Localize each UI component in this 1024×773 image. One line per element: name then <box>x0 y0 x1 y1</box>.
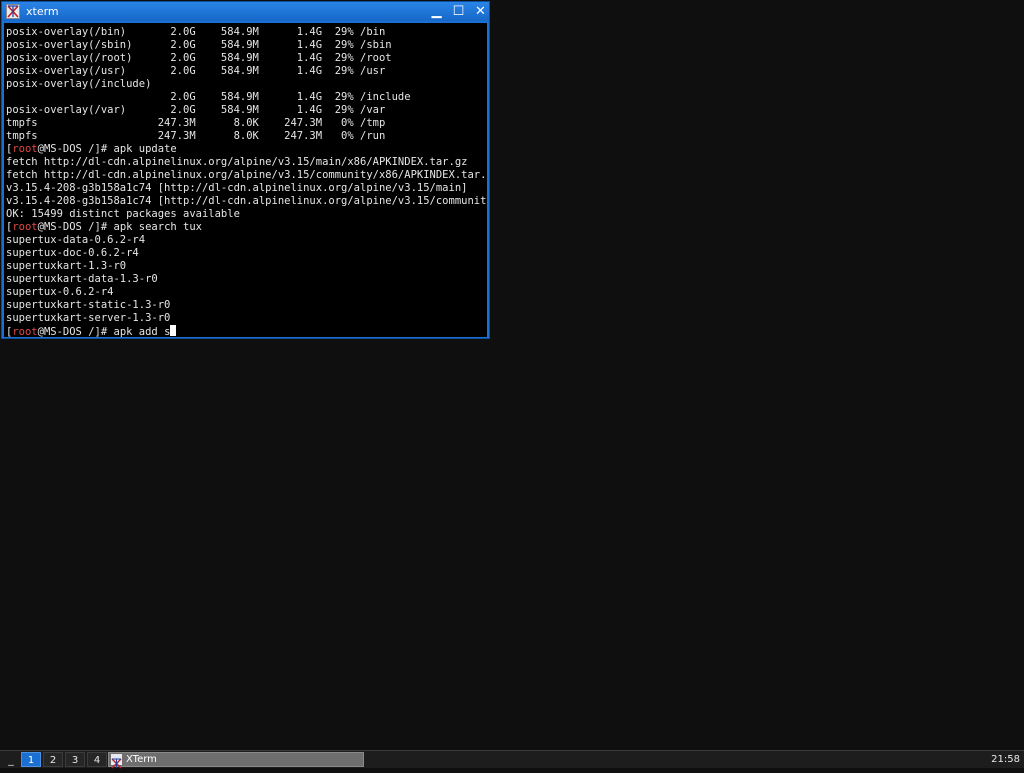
terminal-line: supertux-0.6.2-r4 <box>6 286 114 298</box>
text-cursor <box>170 325 177 336</box>
terminal-line: 2.0G 584.9M 1.4G 29% /include <box>6 91 411 103</box>
taskbar-item-label: XTerm <box>126 754 157 765</box>
xterm-task-icon <box>111 754 122 769</box>
terminal-line: posix-overlay(/root) 2.0G 584.9M 1.4G 29… <box>6 52 392 64</box>
prompt-line: [root@MS-DOS /]# apk search tux <box>6 221 203 233</box>
command-input[interactable]: apk add s <box>114 326 171 337</box>
terminal-line: tmpfs 247.3M 8.0K 247.3M 0% /run <box>6 130 386 142</box>
terminal-line: supertuxkart-server-1.3-r0 <box>6 312 171 324</box>
terminal-line: supertux-doc-0.6.2-r4 <box>6 247 139 259</box>
active-prompt-line[interactable]: [root@MS-DOS /]# apk add s <box>6 325 487 337</box>
desktop-4-button[interactable]: 4 <box>87 752 107 767</box>
prompt-user: root <box>12 143 38 155</box>
taskbar: _ 1 2 3 4 XTerm 21:58 <box>0 750 1024 769</box>
terminal-line: v3.15.4-208-g3b158a1c74 [http://dl-cdn.a… <box>6 182 468 194</box>
terminal-line: supertuxkart-data-1.3-r0 <box>6 273 158 285</box>
terminal-line: posix-overlay(/include) <box>6 78 152 90</box>
prompt-user: root <box>12 326 38 337</box>
command-text: apk update <box>113 143 177 155</box>
window-titlebar[interactable]: xterm ▁ ☐ ✕ <box>2 2 489 21</box>
desktop-1-button[interactable]: 1 <box>21 752 41 767</box>
prompt-host: @MS-DOS / <box>37 143 95 155</box>
terminal-line: supertuxkart-1.3-r0 <box>6 260 127 272</box>
terminal-line: supertux-data-0.6.2-r4 <box>6 234 146 246</box>
prompt-line: [root@MS-DOS /]# apk update <box>6 143 177 155</box>
terminal-line: v3.15.4-208-g3b158a1c74 [http://dl-cdn.a… <box>6 195 487 207</box>
terminal-line: posix-overlay(/var) 2.0G 584.9M 1.4G 29%… <box>6 104 386 116</box>
maximize-button[interactable]: ☐ <box>451 4 466 19</box>
window-title: xterm <box>26 5 59 18</box>
desktop: xterm ▁ ☐ ✕ posix-overlay(/bin) 2.0G 584… <box>0 0 1024 769</box>
taskbar-item-xterm[interactable]: XTerm <box>108 752 364 769</box>
terminal-line: fetch http://dl-cdn.alpinelinux.org/alpi… <box>6 156 468 168</box>
close-button[interactable]: ✕ <box>473 4 488 19</box>
xterm-window[interactable]: xterm ▁ ☐ ✕ posix-overlay(/bin) 2.0G 584… <box>1 1 490 339</box>
terminal-area[interactable]: posix-overlay(/bin) 2.0G 584.9M 1.4G 29%… <box>4 23 487 337</box>
desktop-2-button[interactable]: 2 <box>43 752 63 767</box>
prompt-host: @MS-DOS / <box>37 221 95 233</box>
prompt-user: root <box>12 221 38 233</box>
terminal-line: posix-overlay(/sbin) 2.0G 584.9M 1.4G 29… <box>6 39 392 51</box>
xterm-app-icon[interactable] <box>6 4 20 19</box>
terminal-line: OK: 15499 distinct packages available <box>6 208 240 220</box>
terminal-line: posix-overlay(/bin) 2.0G 584.9M 1.4G 29%… <box>6 26 386 38</box>
terminal-line: tmpfs 247.3M 8.0K 247.3M 0% /tmp <box>6 117 386 129</box>
terminal-output: posix-overlay(/bin) 2.0G 584.9M 1.4G 29%… <box>6 26 487 337</box>
terminal-line: posix-overlay(/usr) 2.0G 584.9M 1.4G 29%… <box>6 65 386 77</box>
prompt-suffix: ]# <box>94 326 114 337</box>
clock: 21:58 <box>991 754 1020 765</box>
prompt-suffix: ]# <box>94 143 114 155</box>
prompt-suffix: ]# <box>94 221 114 233</box>
desktop-3-button[interactable]: 3 <box>65 752 85 767</box>
taskbar-menu-button[interactable]: _ <box>4 751 18 768</box>
minimize-button[interactable]: ▁ <box>429 4 444 19</box>
terminal-line: fetch http://dl-cdn.alpinelinux.org/alpi… <box>6 169 487 181</box>
prompt-host: @MS-DOS / <box>37 326 95 337</box>
terminal-line: supertuxkart-static-1.3-r0 <box>6 299 171 311</box>
command-text: apk search tux <box>113 221 203 233</box>
